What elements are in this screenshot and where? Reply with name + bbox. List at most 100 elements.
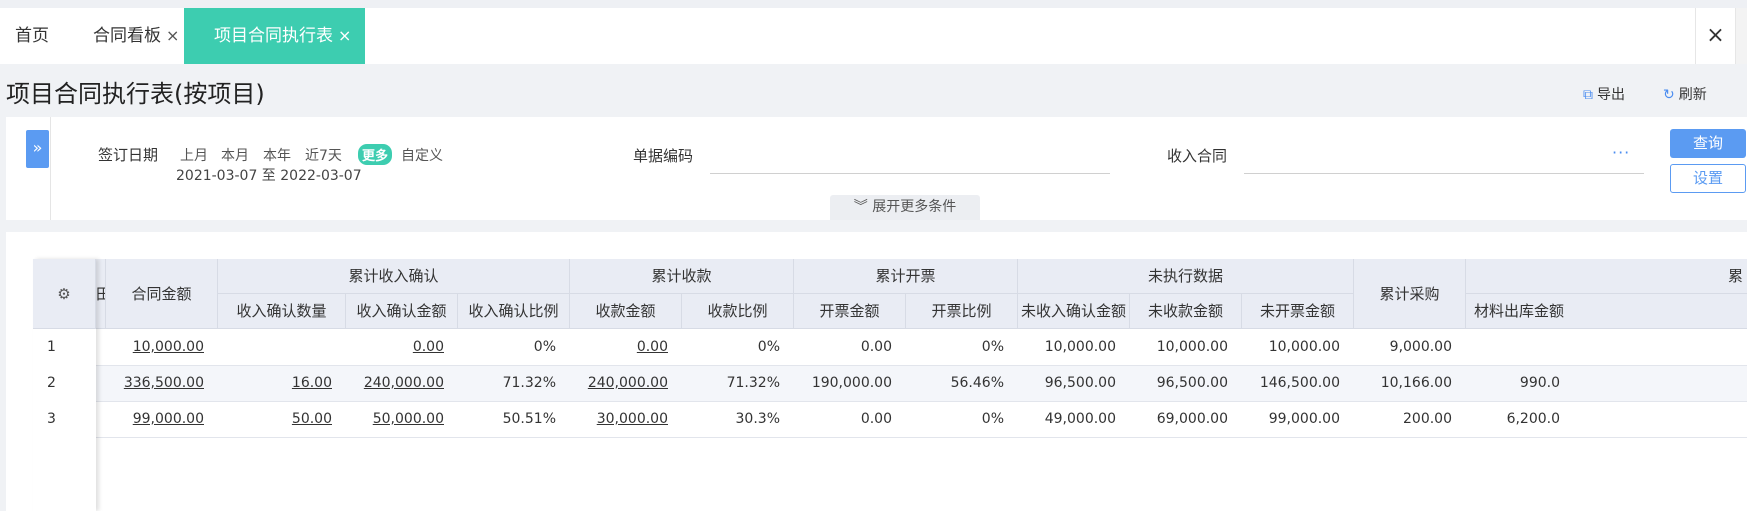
tab-label: 合同看板 xyxy=(93,26,161,46)
refresh-button[interactable]: ↻ 刷新 xyxy=(1663,84,1707,104)
refresh-icon: ↻ xyxy=(1663,87,1675,103)
close-icon[interactable]: × xyxy=(338,26,351,45)
header-invoice-ratio: 开票比例 xyxy=(906,294,1018,329)
cell-collect-amount[interactable]: 30,000.00 xyxy=(570,401,682,437)
cell-collect-amount[interactable]: 240,000.00 xyxy=(570,365,682,401)
partial-column-header: 田 xyxy=(96,259,106,329)
divider xyxy=(50,117,51,220)
cell-invoice-amount: 190,000.00 xyxy=(811,375,892,391)
cell-confirm-qty[interactable]: 50.00 xyxy=(218,401,346,437)
cell-confirm-qty[interactable] xyxy=(218,329,346,365)
top-strip xyxy=(0,0,1747,8)
cell-confirm-ratio: 71.32% xyxy=(502,375,556,391)
tab-scroll-edge xyxy=(1735,8,1747,64)
tab-contract-dashboard[interactable]: 合同看板 × xyxy=(93,8,179,64)
cell-un-collect-amount: 69,000.00 xyxy=(1156,411,1228,427)
export-icon: ⧉ xyxy=(1583,87,1593,103)
cell-collect-ratio: 0% xyxy=(757,339,780,355)
cell-collect-amount[interactable]: 0.00 xyxy=(570,329,682,365)
close-all-tabs-button[interactable]: × xyxy=(1695,8,1735,64)
income-contract-label: 收入合同 xyxy=(1167,147,1228,165)
preset-this-month[interactable]: 本月 xyxy=(221,145,249,165)
double-chevron-down-icon: ︾ xyxy=(853,199,868,215)
cell-un-invoice-amount: 10,000.00 xyxy=(1268,339,1340,355)
tab-bar: 首页 合同看板 × 项目合同执行表 × × xyxy=(0,8,1747,64)
preset-custom[interactable]: 自定义 xyxy=(401,145,443,165)
preset-last-7-days[interactable]: 近7天 xyxy=(305,145,342,165)
cell-material-out: 990.0 xyxy=(1519,375,1560,391)
header-contract-amount: 合同金额 xyxy=(106,259,218,329)
cell-contract-amount[interactable]: 99,000.00 xyxy=(106,401,218,437)
cell-un-invoice-amount: 99,000.00 xyxy=(1268,411,1340,427)
header-invoice-amount: 开票金额 xyxy=(794,294,906,329)
cell-cum-purchase: 10,166.00 xyxy=(1380,375,1452,391)
gear-icon[interactable]: ⚙ xyxy=(33,259,96,329)
preset-last-month[interactable]: 上月 xyxy=(180,145,208,165)
header-un-collect-amount: 未收款金额 xyxy=(1130,294,1242,329)
header-collect-ratio: 收款比例 xyxy=(682,294,794,329)
doc-code-label: 单据编码 xyxy=(633,147,694,165)
header-cum-invoice: 累计开票 xyxy=(794,259,1018,294)
expand-more-conditions-button[interactable]: ︾ 展开更多条件 xyxy=(830,195,980,220)
cell-invoice-amount: 0.00 xyxy=(860,339,892,355)
header-confirm-ratio: 收入确认比例 xyxy=(458,294,570,329)
header-material-out: 材料出库金额 xyxy=(1466,294,1747,329)
row-index: 3 xyxy=(47,411,56,427)
cell-confirm-qty[interactable]: 16.00 xyxy=(218,365,346,401)
cell-material-out: 6,200.0 xyxy=(1506,411,1560,427)
filter-panel: » 签订日期 上月 本月 本年 近7天 更多 自定义 2021-03-07 至 … xyxy=(6,117,1747,220)
row-index: 2 xyxy=(47,375,56,391)
cell-cum-purchase: 9,000.00 xyxy=(1389,339,1452,355)
sign-date-label: 签订日期 xyxy=(98,146,159,164)
cell-un-collect-amount: 10,000.00 xyxy=(1156,339,1228,355)
header-confirm-qty: 收入确认数量 xyxy=(218,294,346,329)
tab-label: 首页 xyxy=(15,26,49,46)
tab-home[interactable]: 首页 xyxy=(15,8,49,64)
cell-confirm-ratio: 0% xyxy=(533,339,556,355)
income-contract-input[interactable] xyxy=(1244,173,1644,174)
header-unexecuted: 未执行数据 xyxy=(1018,259,1354,294)
header-confirm-amount: 收入确认金额 xyxy=(346,294,458,329)
close-icon: × xyxy=(1706,23,1725,48)
doc-code-input[interactable] xyxy=(710,173,1110,174)
cell-confirm-amount[interactable]: 0.00 xyxy=(346,329,458,365)
cell-material-out xyxy=(1466,329,1560,365)
collapse-sidebar-button[interactable]: » xyxy=(26,130,49,168)
cell-collect-ratio: 71.32% xyxy=(726,375,780,391)
row-index: 1 xyxy=(47,339,56,355)
tab-project-contract-execution[interactable]: 项目合同执行表 × xyxy=(184,8,366,64)
cell-contract-amount[interactable]: 336,500.00 xyxy=(106,365,218,401)
preset-more[interactable]: 更多 xyxy=(358,144,393,165)
double-chevron-right-icon: » xyxy=(32,138,43,157)
cell-un-collect-amount: 96,500.00 xyxy=(1156,375,1228,391)
close-icon[interactable]: × xyxy=(166,26,179,45)
page-title: 项目合同执行表(按项目) xyxy=(6,80,265,108)
cell-un-confirm-amount: 96,500.00 xyxy=(1044,375,1116,391)
header-collect-amount: 收款金额 xyxy=(570,294,682,329)
preset-this-year[interactable]: 本年 xyxy=(263,145,291,165)
cell-invoice-ratio: 56.46% xyxy=(950,375,1004,391)
settings-button[interactable]: 设置 xyxy=(1670,164,1746,193)
header-un-confirm-amount: 未收入确认金额 xyxy=(1018,294,1130,329)
cell-confirm-amount[interactable]: 240,000.00 xyxy=(346,365,458,401)
data-table: ⚙ 田 合同金额 累计收入确认 累计收款 累计开票 未执行数据 累计采购 累 收… xyxy=(6,232,1747,511)
more-options-icon[interactable]: ··· xyxy=(1612,143,1630,162)
cell-confirm-ratio: 50.51% xyxy=(502,411,556,427)
cell-confirm-amount[interactable]: 50,000.00 xyxy=(346,401,458,437)
header-un-invoice-amount: 未开票金额 xyxy=(1242,294,1354,329)
date-range-value[interactable]: 2021-03-07 至 2022-03-07 xyxy=(176,165,362,185)
header-cum-income-confirm: 累计收入确认 xyxy=(218,259,570,294)
cell-un-confirm-amount: 49,000.00 xyxy=(1044,411,1116,427)
header-partial-right: 累 xyxy=(1466,259,1747,294)
cell-invoice-ratio: 0% xyxy=(981,411,1004,427)
query-button[interactable]: 查询 xyxy=(1670,129,1746,158)
cell-un-invoice-amount: 146,500.00 xyxy=(1259,375,1340,391)
cell-un-confirm-amount: 10,000.00 xyxy=(1044,339,1116,355)
cell-collect-ratio: 30.3% xyxy=(735,411,780,427)
cell-invoice-ratio: 0% xyxy=(981,339,1004,355)
header-cum-purchase: 累计采购 xyxy=(1354,259,1466,329)
row-divider xyxy=(33,437,1747,438)
cell-contract-amount[interactable]: 10,000.00 xyxy=(106,329,218,365)
export-button[interactable]: ⧉ 导出 xyxy=(1583,84,1625,104)
tab-label: 项目合同执行表 xyxy=(214,26,333,46)
